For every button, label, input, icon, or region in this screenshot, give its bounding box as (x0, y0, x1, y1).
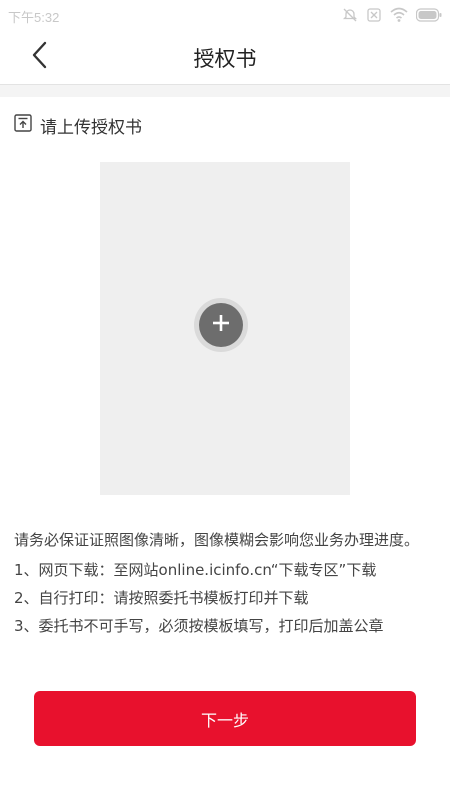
upload-section-header: 请上传授权书 (14, 113, 142, 138)
alarm-off-icon (342, 7, 358, 23)
sim-none-icon (366, 7, 382, 23)
status-bar: 下午5:32 (0, 0, 450, 30)
status-time: 下午5:32 (8, 10, 60, 25)
nav-bar: 授权书 (0, 30, 450, 85)
add-image-button[interactable] (194, 298, 248, 352)
instruction-item: 3、委托书不可手写，必须按模板填写，打印后加盖公章 (14, 617, 384, 635)
plus-icon (211, 313, 231, 337)
status-icons (342, 7, 442, 23)
add-button-circle (199, 303, 243, 347)
upload-label: 请上传授权书 (40, 117, 142, 138)
instruction-item: 1、网页下载：至网站online.icinfo.cn“下载专区”下载 (14, 561, 377, 579)
upload-image-area[interactable] (100, 162, 350, 495)
page-title: 授权书 (193, 47, 257, 71)
next-button[interactable]: 下一步 (34, 691, 416, 746)
section-divider (0, 85, 450, 97)
battery-icon (416, 8, 442, 22)
wifi-icon (390, 7, 408, 23)
instruction-item: 2、自行打印：请按照委托书模板打印并下载 (14, 589, 309, 607)
upload-icon (14, 114, 32, 136)
instructions-intro: 请务必保证证照图像清晰，图像模糊会影响您业务办理进度。 (14, 531, 420, 549)
instructions: 请务必保证证照图像清晰，图像模糊会影响您业务办理进度。 1、网页下载：至网站on… (14, 526, 438, 640)
